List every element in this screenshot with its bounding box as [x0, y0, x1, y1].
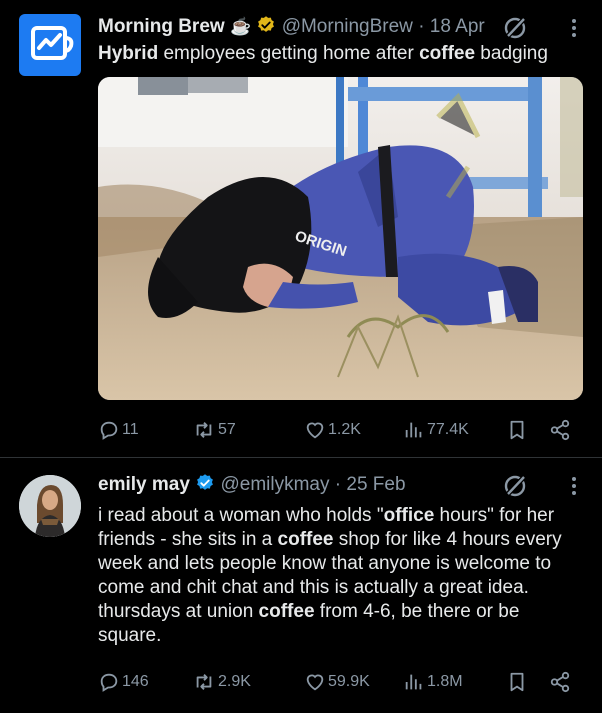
like-icon [306, 422, 324, 439]
tweet-actions: 146 2.9K 59.9K 1.8M [98, 668, 582, 696]
tweet-date[interactable]: 18 Apr [430, 16, 485, 37]
more-icon[interactable] [566, 15, 582, 41]
share-icon [550, 419, 570, 441]
tweet-actions: 11 57 1.2K 77.4K [98, 416, 582, 444]
retweet-icon [196, 422, 212, 438]
tweet-header: emily may @emilykmay · 25 Feb [98, 473, 582, 499]
tweet-photo[interactable]: ORIGIN [98, 77, 583, 400]
author-name[interactable]: emily may [98, 474, 190, 495]
views-icon [405, 422, 422, 438]
grok-icon[interactable] [502, 473, 528, 499]
tweet-morning-brew[interactable]: Morning Brew ☕ @MorningBrew · 18 Apr Hyb… [0, 0, 602, 457]
reply-count: 146 [122, 673, 149, 690]
views-icon [405, 674, 422, 690]
tweet-emily-may[interactable]: emily may @emilykmay · 25 Feb i read abo… [0, 457, 602, 713]
morning-brew-avatar[interactable] [19, 14, 81, 76]
retweet-button[interactable]: 2.9K [192, 668, 251, 696]
bookmark-icon [510, 420, 524, 440]
photo-woman-kissing-ground: ORIGIN [98, 77, 583, 400]
retweet-count: 57 [218, 421, 236, 438]
retweet-icon [196, 674, 212, 690]
text-bold: Hybrid [98, 43, 159, 64]
grok-icon[interactable] [502, 15, 528, 41]
more-icon[interactable] [566, 473, 582, 499]
tweet-text: Hybrid employees getting home after coff… [98, 42, 548, 66]
author-handle[interactable]: @emilykmay [220, 474, 329, 495]
like-button[interactable]: 59.9K [304, 668, 370, 696]
text-bold: office [383, 505, 435, 526]
reply-button[interactable]: 146 [98, 668, 149, 696]
views-button[interactable]: 1.8M [403, 668, 463, 696]
reply-icon [100, 673, 118, 692]
tweet-header: Morning Brew ☕ @MorningBrew · 18 Apr [98, 15, 582, 41]
like-count: 59.9K [328, 673, 370, 690]
bookmark-button[interactable] [506, 416, 528, 444]
gold-verified-icon [258, 16, 275, 32]
share-button[interactable] [548, 416, 572, 444]
views-button[interactable]: 77.4K [403, 416, 469, 444]
tweet-text: i read about a woman who holds "office h… [98, 504, 568, 648]
author-name[interactable]: Morning Brew [98, 16, 225, 37]
text-bold: coffee [258, 601, 315, 622]
tweet-date[interactable]: 25 Feb [346, 474, 405, 495]
text-segment: badging [475, 43, 548, 64]
like-icon [306, 674, 324, 691]
reply-button[interactable]: 11 [98, 416, 139, 444]
separator-dot: · [334, 474, 342, 495]
like-button[interactable]: 1.2K [304, 416, 361, 444]
views-count: 1.8M [427, 673, 463, 690]
bookmark-icon [510, 672, 524, 692]
share-button[interactable] [548, 668, 572, 696]
retweet-count: 2.9K [218, 673, 251, 690]
avatar-photo [19, 475, 81, 537]
reply-icon [100, 421, 118, 440]
reply-count: 11 [122, 421, 139, 438]
author-handle[interactable]: @MorningBrew [282, 16, 413, 37]
morning-brew-logo-icon [31, 26, 74, 60]
bookmark-button[interactable] [506, 668, 528, 696]
text-segment: i read about a woman who holds " [98, 505, 384, 526]
blue-verified-icon [197, 474, 214, 490]
separator-dot: · [418, 16, 425, 37]
coffee-emoji-icon: ☕ [229, 17, 252, 36]
text-bold: coffee [419, 43, 476, 64]
views-count: 77.4K [427, 421, 469, 438]
text-bold: coffee [277, 529, 334, 550]
text-segment: employees getting home after [158, 43, 420, 64]
retweet-button[interactable]: 57 [192, 416, 236, 444]
share-icon [550, 671, 570, 693]
like-count: 1.2K [328, 421, 361, 438]
emily-may-avatar[interactable] [19, 475, 81, 537]
